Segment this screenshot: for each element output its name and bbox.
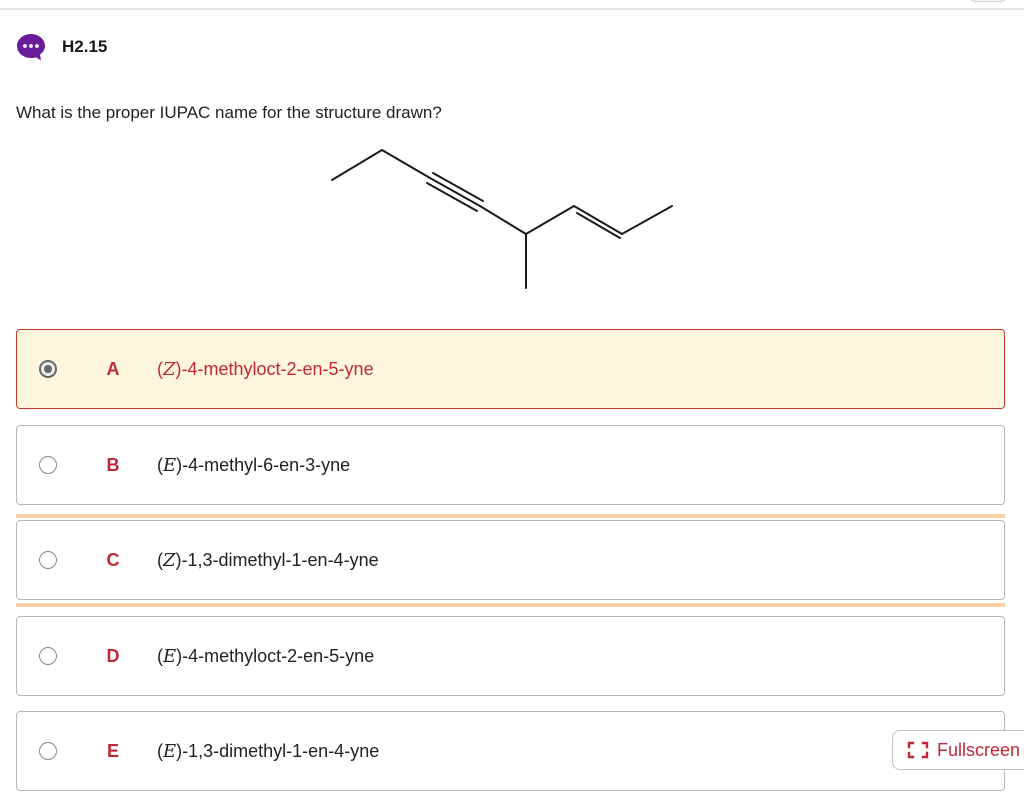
chat-bubble-icon[interactable] [16, 32, 46, 62]
choice-letter: E [106, 740, 119, 761]
choice-letter: C [106, 549, 120, 570]
choice-b[interactable]: B (E)-4-methyl-6-en-3-yne [16, 425, 1005, 505]
bond-c5-c6 [525, 205, 575, 235]
top-divider [0, 8, 1024, 10]
bond-triple-a [429, 177, 481, 207]
choice-letter: A [106, 358, 120, 379]
choice-letter: D [106, 645, 120, 666]
bond-triple-c [426, 182, 478, 212]
choice-name: )-4-methyloct-2-en-5-yne [175, 358, 374, 379]
choice-c[interactable]: C (Z)-1,3-dimethyl-1-en-4-yne [16, 520, 1005, 600]
bond-c2-c3 [381, 149, 431, 179]
choice-text: (Z)-1,3-dimethyl-1-en-4-yne [157, 549, 379, 571]
choice-name: )-4-methyl-6-en-3-yne [176, 454, 351, 475]
choice-name: )-1,3-dimethyl-1-en-4-yne [175, 549, 379, 570]
choice-d[interactable]: D (E)-4-methyloct-2-en-5-yne [16, 616, 1005, 696]
stereo-descriptor: Z [163, 358, 176, 380]
highlight-band-top [16, 514, 1005, 518]
stereo-descriptor: E [163, 645, 177, 667]
bond-double-a [573, 205, 623, 235]
bond-triple-b [432, 172, 484, 202]
question-header: H2.15 [16, 32, 107, 62]
bond-c4-c5 [479, 205, 527, 235]
top-right-tab [968, 0, 1008, 2]
choice-text: (E)-4-methyloct-2-en-5-yne [157, 645, 375, 667]
choice-a[interactable]: A (Z)-4-methyloct-2-en-5-yne [16, 329, 1005, 409]
highlight-band-bottom [16, 603, 1005, 607]
bond-c1-c2 [331, 149, 383, 181]
bond-c7-c8 [621, 205, 673, 235]
choice-text: (E)-1,3-dimethyl-1-en-4-yne [157, 740, 380, 762]
radio-b[interactable] [39, 456, 57, 474]
radio-c[interactable] [39, 551, 57, 569]
fullscreen-label: Fullscreen [937, 739, 1021, 760]
stereo-descriptor: Z [163, 549, 176, 571]
choice-text: (E)-4-methyl-6-en-3-yne [157, 454, 351, 476]
stereo-descriptor: E [163, 454, 177, 476]
molecule-structure [331, 149, 673, 289]
stereo-descriptor: E [163, 740, 177, 762]
choice-text: (Z)-4-methyloct-2-en-5-yne [157, 358, 374, 380]
question-prompt: What is the proper IUPAC name for the st… [16, 103, 442, 122]
choice-name: )-4-methyloct-2-en-5-yne [176, 645, 375, 666]
radio-d[interactable] [39, 647, 57, 665]
question-id: H2.15 [62, 37, 108, 56]
choice-name: )-1,3-dimethyl-1-en-4-yne [176, 740, 380, 761]
fullscreen-icon [907, 741, 929, 759]
choice-letter: B [106, 454, 120, 475]
choice-e[interactable]: E (E)-1,3-dimethyl-1-en-4-yne [16, 711, 1005, 791]
bond-double-b [576, 212, 621, 239]
radio-a[interactable] [39, 360, 57, 378]
radio-e[interactable] [39, 742, 57, 760]
fullscreen-button[interactable]: Fullscreen [892, 730, 1024, 770]
